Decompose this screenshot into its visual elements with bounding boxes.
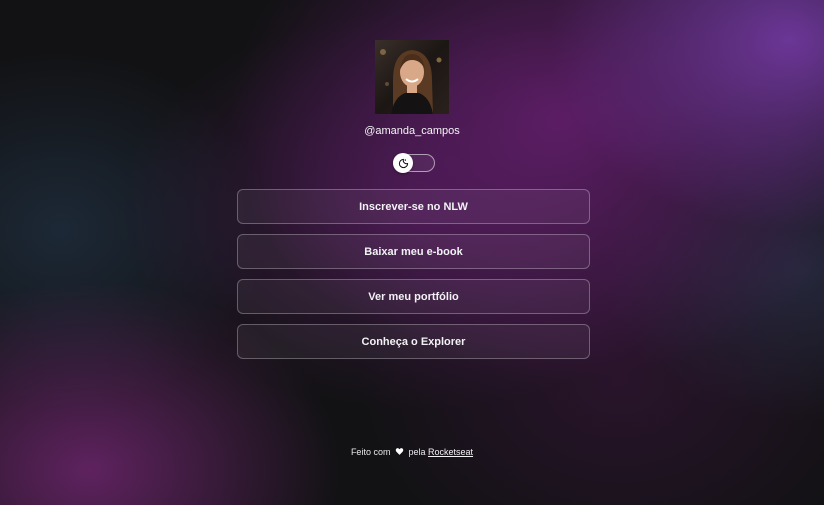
list-item: Ver meu portfólio	[237, 279, 590, 314]
link-label: Baixar meu e-book	[364, 245, 463, 258]
theme-switch[interactable]	[393, 153, 435, 173]
link-label: Inscrever-se no NLW	[359, 200, 468, 213]
avatar-image	[375, 40, 449, 114]
footer: Feito com pela Rocketseat	[0, 446, 824, 459]
link-label: Ver meu portfólio	[368, 290, 459, 303]
link-button-explorer[interactable]: Conheça o Explorer	[237, 324, 590, 359]
list-item: Baixar meu e-book	[237, 234, 590, 269]
footer-prefix: Feito com	[350, 447, 391, 457]
profile: @amanda_campos	[0, 40, 824, 138]
link-button-portfolio[interactable]: Ver meu portfólio	[237, 279, 590, 314]
list-item: Inscrever-se no NLW	[237, 189, 590, 224]
list-item: Conheça o Explorer	[237, 324, 590, 359]
footer-middle: pela	[408, 447, 426, 457]
page: @amanda_campos Inscrever-se no NLW Baixa…	[0, 0, 824, 505]
moon-icon	[398, 158, 408, 168]
avatar	[375, 40, 449, 114]
rocketseat-link[interactable]: Rocketseat	[428, 447, 473, 457]
link-list: Inscrever-se no NLW Baixar meu e-book Ve…	[237, 189, 590, 369]
heart-icon	[395, 447, 404, 459]
link-button-nlw[interactable]: Inscrever-se no NLW	[237, 189, 590, 224]
link-button-ebook[interactable]: Baixar meu e-book	[237, 234, 590, 269]
username: @amanda_campos	[364, 125, 460, 137]
link-label: Conheça o Explorer	[361, 335, 466, 348]
switch-knob	[393, 153, 413, 173]
